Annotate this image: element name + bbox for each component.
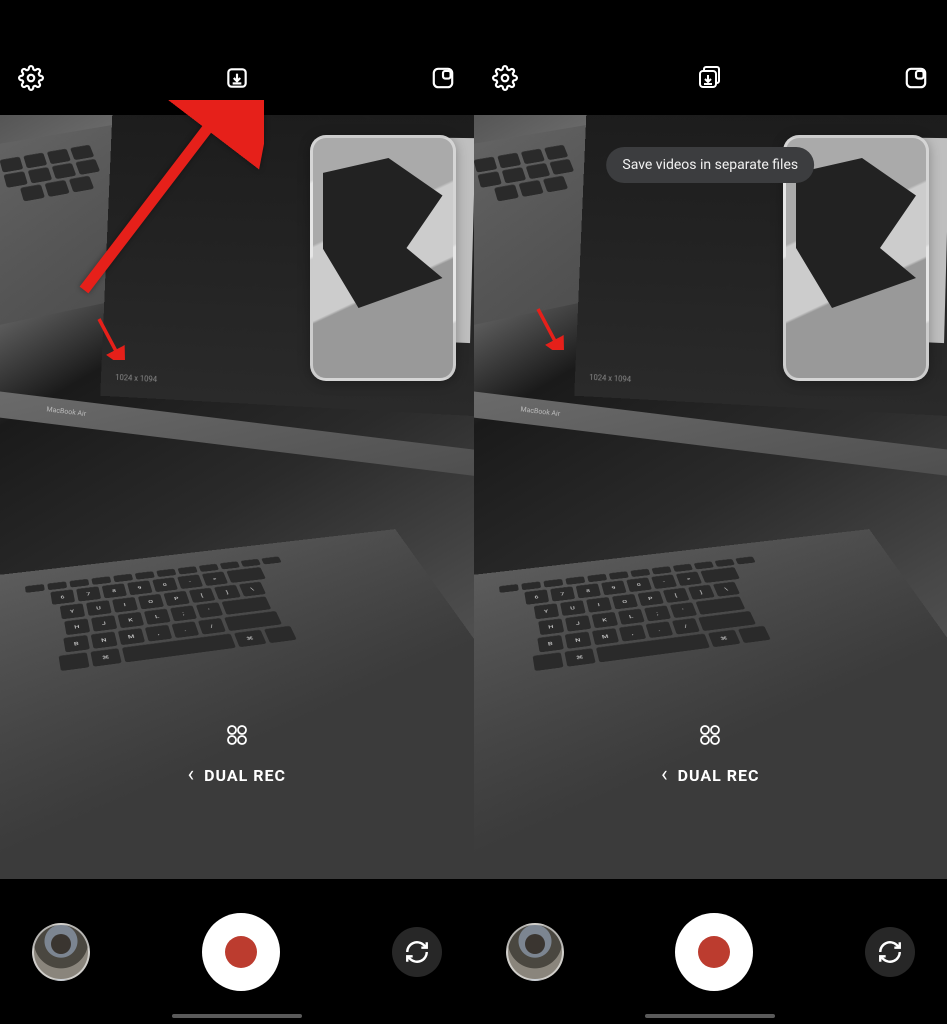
gallery-thumbnail[interactable] [506, 923, 564, 981]
filters-button[interactable] [698, 723, 722, 747]
mode-label: DUAL REC [678, 766, 760, 785]
annotation-arrow-small [95, 315, 125, 364]
save-mode-button[interactable] [222, 63, 252, 93]
camera-switch-button[interactable] [865, 927, 915, 977]
annotation-arrow [74, 100, 264, 304]
filters-button[interactable] [225, 723, 249, 747]
bottom-controls [474, 879, 947, 1024]
resolution-label: 1024 x 1094 [115, 373, 157, 384]
record-button[interactable] [675, 913, 753, 991]
top-toolbar [0, 58, 474, 98]
gallery-thumbnail[interactable] [32, 923, 90, 981]
chevron-left-icon: ‹ [188, 764, 195, 786]
mode-label: DUAL REC [204, 766, 286, 785]
screenshot-pair: 1024 x 1094 67890-= YUIOP[]\ HJKL;' BNM,… [0, 0, 947, 1024]
camera-viewfinder: 1024 x 1094 67890-= YUIOP[]\ HJKL;' BNM,… [474, 115, 947, 879]
chevron-left-icon: ‹ [661, 764, 668, 786]
save-mode-tooltip: Save videos in separate files [606, 147, 814, 183]
bottom-controls [0, 879, 474, 1024]
resolution-label: 1024 x 1094 [589, 373, 631, 384]
camera-mode-row[interactable]: ‹ DUAL REC [0, 755, 474, 795]
record-dot-icon [698, 936, 730, 968]
settings-button[interactable] [16, 63, 46, 93]
camera-mode-row[interactable]: ‹ DUAL REC [474, 755, 947, 795]
pip-layout-button[interactable] [901, 63, 931, 93]
settings-button[interactable] [490, 63, 520, 93]
annotation-arrow-small [534, 305, 564, 354]
laptop-keyboard: 67890-= YUIOP[]\ HJKL;' BNM,./ ⌘⌘ [0, 529, 474, 879]
save-mode-button[interactable] [695, 63, 725, 93]
record-button[interactable] [202, 913, 280, 991]
camera-switch-button[interactable] [392, 927, 442, 977]
top-toolbar [474, 58, 947, 98]
phone-pane-right: 1024 x 1094 67890-= YUIOP[]\ HJKL;' BNM,… [474, 0, 947, 1024]
pip-front-camera[interactable] [310, 135, 456, 381]
phone-pane-left: 1024 x 1094 67890-= YUIOP[]\ HJKL;' BNM,… [0, 0, 474, 1024]
laptop-keyboard: 67890-= YUIOP[]\ HJKL;' BNM,./ ⌘⌘ [474, 529, 947, 879]
record-dot-icon [225, 936, 257, 968]
pip-layout-button[interactable] [428, 63, 458, 93]
